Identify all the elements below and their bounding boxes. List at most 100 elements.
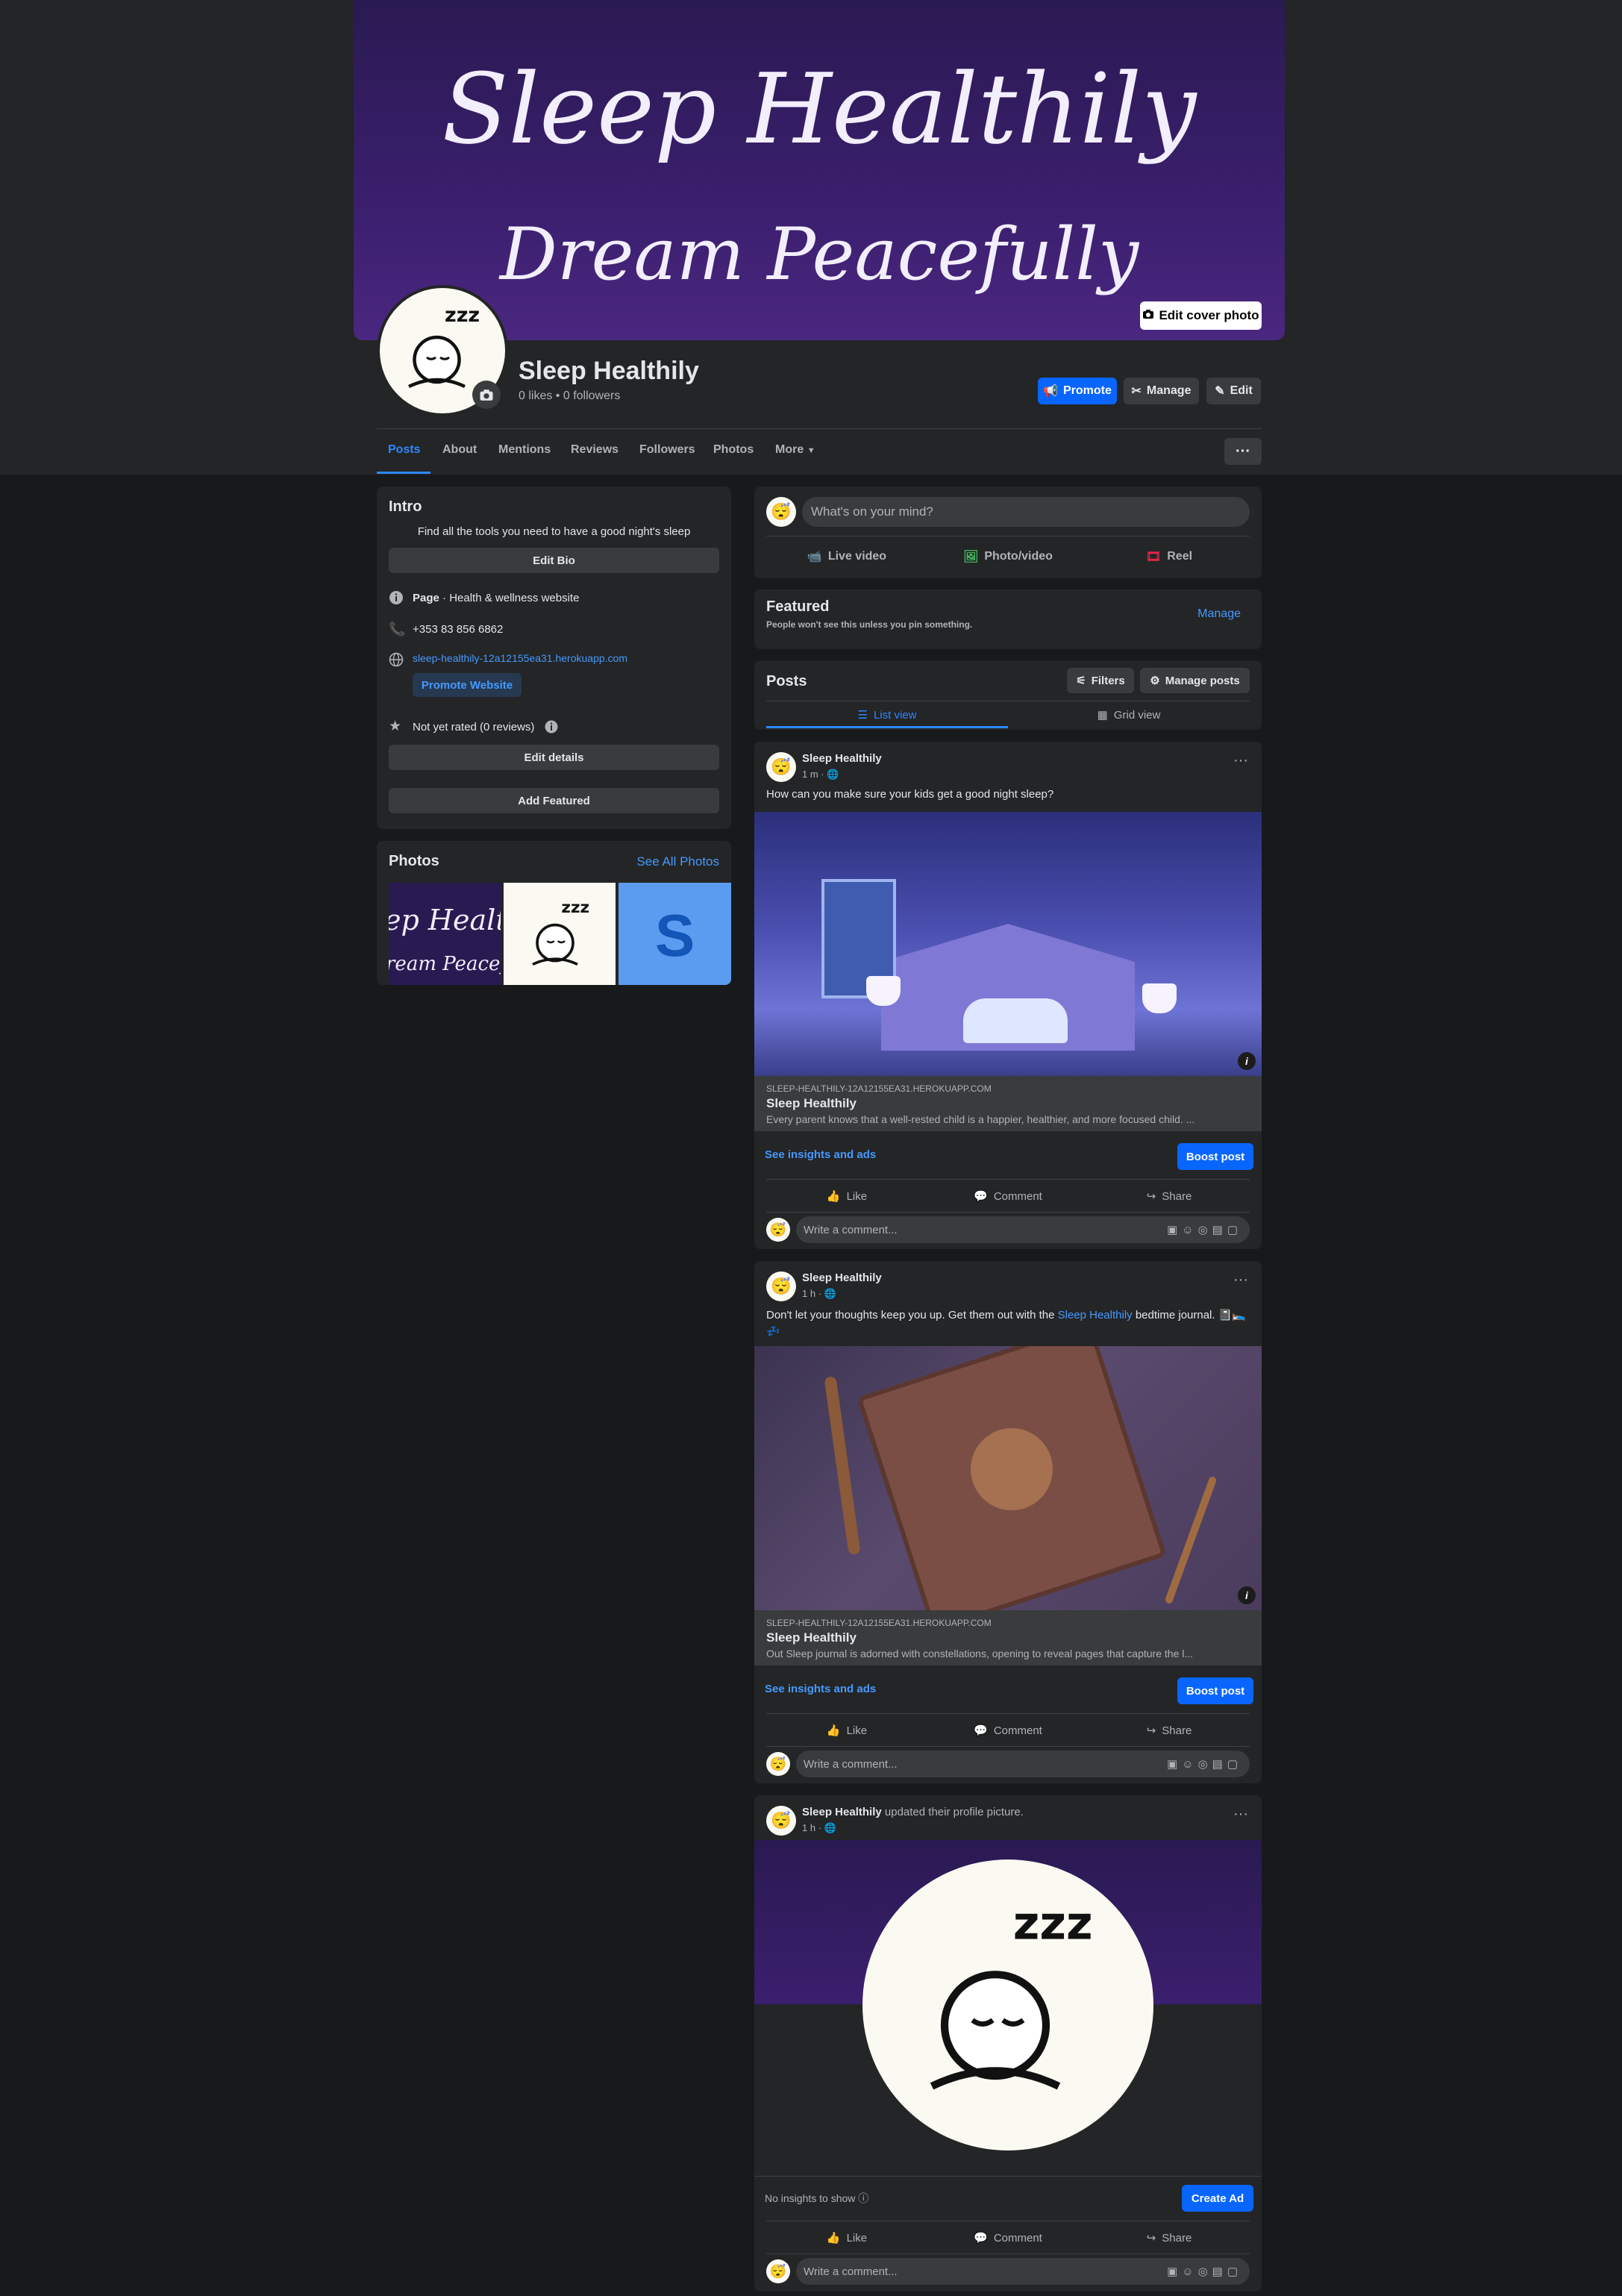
comment-input[interactable]: Write a comment... ▣☺◎▤▢ xyxy=(796,1216,1250,1243)
post-divider xyxy=(766,1179,1250,1180)
post-author-avatar[interactable]: 😴 xyxy=(766,1271,796,1301)
post-options-ellipsis-icon[interactable]: ··· xyxy=(1233,752,1248,769)
featured-manage-link[interactable]: Manage xyxy=(1197,607,1241,621)
globe-icon xyxy=(389,652,404,671)
see-all-photos-link[interactable]: See All Photos xyxy=(636,854,719,869)
post-author-avatar[interactable]: 😴 xyxy=(766,752,796,782)
post-card: 😴 Sleep Healthily 1 h · 🌐 ··· Don't let … xyxy=(754,1261,1262,1783)
page-category: Page · Health & wellness website xyxy=(413,592,580,604)
tab-photos[interactable]: Photos xyxy=(713,443,754,457)
see-insights-link[interactable]: See insights and ads xyxy=(765,1148,876,1161)
edit-bio-button[interactable]: Edit Bio xyxy=(389,548,719,573)
post-author-avatar[interactable]: 😴 xyxy=(766,1806,796,1836)
boost-post-button[interactable]: Boost post xyxy=(1177,1677,1253,1704)
post-time[interactable]: 1 h · 🌐 xyxy=(802,1288,836,1300)
post-author[interactable]: Sleep Healthily xyxy=(802,752,882,765)
cover-photo[interactable]: Sleep Healthily Dream Peacefully xyxy=(354,0,1285,340)
photos-card: Photos See All Photos ep Healthi ream Pe… xyxy=(377,841,731,985)
ellipsis-icon: ··· xyxy=(1236,442,1250,460)
post-time[interactable]: 1 h · 🌐 xyxy=(802,1822,836,1834)
composer-input[interactable]: What's on your mind? xyxy=(802,497,1250,527)
comment-input[interactable]: Write a comment... ▣☺◎▤▢ xyxy=(796,2258,1250,2285)
tab-mentions[interactable]: Mentions xyxy=(498,443,551,457)
post-image-journal[interactable]: i xyxy=(754,1346,1262,1610)
intro-card: Intro Find all the tools you need to hav… xyxy=(377,487,731,829)
post-author[interactable]: Sleep Healthily xyxy=(802,1806,882,1818)
sleeping-face-icon: 😴 xyxy=(771,1277,792,1295)
no-insights-text: No insights to show ⓘ xyxy=(765,2192,869,2204)
comment-input[interactable]: Write a comment... ▣☺◎▤▢ xyxy=(796,1751,1250,1777)
ad-info-icon[interactable]: i xyxy=(1238,1052,1256,1070)
posts-header-card: Posts ⚟ Filters ⚙ Manage posts ☰ List view … xyxy=(754,660,1262,730)
filters-button[interactable]: ⚟ Filters xyxy=(1067,668,1134,693)
comment-icon: 💬 xyxy=(974,2232,988,2245)
share-button[interactable]: ↪ Share xyxy=(1089,1716,1250,1745)
like-button[interactable]: 👍 Like xyxy=(766,1716,927,1745)
create-ad-button[interactable]: Create Ad xyxy=(1182,2185,1253,2212)
link-preview[interactable]: SLEEP-HEALTHILY-12A12155EA31.HEROKUAPP.C… xyxy=(754,1610,1262,1665)
see-insights-link[interactable]: See insights and ads xyxy=(765,1683,876,1695)
tab-followers[interactable]: Followers xyxy=(639,443,695,457)
pencil-icon: ✎ xyxy=(1215,385,1225,398)
tab-posts[interactable]: Posts xyxy=(388,443,421,457)
comment-button[interactable]: 💬 Comment xyxy=(927,2224,1089,2252)
comment-button[interactable]: 💬 Comment xyxy=(927,1182,1089,1210)
pencil-shape xyxy=(1164,1475,1218,1605)
photo-icon: 🖼 xyxy=(963,551,979,563)
manage-posts-button[interactable]: ⚙ Manage posts xyxy=(1140,668,1250,693)
tab-more[interactable]: More ▼ xyxy=(775,443,815,457)
photo-thumb-logo[interactable]: S xyxy=(619,883,731,985)
boost-post-button[interactable]: Boost post xyxy=(1177,1143,1253,1170)
post-mention-link[interactable]: Sleep Healthily xyxy=(1058,1309,1133,1321)
update-avatar-button[interactable] xyxy=(472,381,501,409)
megaphone-icon: 📢 xyxy=(1043,385,1058,398)
tools-icon: ✂ xyxy=(1131,385,1142,398)
add-featured-button[interactable]: Add Featured xyxy=(389,788,719,813)
edit-cover-photo-button[interactable]: Edit cover photo xyxy=(1140,301,1262,330)
ad-info-icon[interactable]: i xyxy=(1238,1586,1256,1604)
sleeping-face-icon: 😴 xyxy=(771,502,792,521)
post-time[interactable]: 1 m · 🌐 xyxy=(802,769,839,781)
sleeping-face-icon: zzz xyxy=(930,1898,1093,2090)
photo-thumb-cover[interactable]: ep Healthi ream Peacefull xyxy=(389,883,501,985)
composer-divider xyxy=(766,536,1250,537)
comment-icon: 💬 xyxy=(974,1724,988,1737)
featured-card: Featured People won't see this unless yo… xyxy=(754,589,1262,649)
promote-website-button[interactable]: Promote Website xyxy=(413,673,522,697)
rating-info-icon[interactable] xyxy=(545,720,558,737)
comment-tools-icon: ▣☺◎▤▢ xyxy=(1167,1758,1242,1771)
sleeping-face-icon: 😴 xyxy=(769,2263,787,2279)
like-button[interactable]: 👍 Like xyxy=(766,2224,927,2252)
updated-profile-picture[interactable]: zzz xyxy=(862,1859,1153,2150)
thumbs-up-icon: 👍 xyxy=(826,1190,841,1203)
header-divider xyxy=(377,428,1262,429)
photo-video-button[interactable]: 🖼 Photo/video xyxy=(927,542,1089,572)
post-options-ellipsis-icon[interactable]: ··· xyxy=(1233,1806,1248,1823)
link-preview[interactable]: SLEEP-HEALTHILY-12A12155EA31.HEROKUAPP.C… xyxy=(754,1076,1262,1131)
list-view-tab[interactable]: ☰ List view xyxy=(766,702,1008,728)
reel-button[interactable]: 🎞 Reel xyxy=(1089,542,1250,572)
featured-title: Featured xyxy=(766,598,830,615)
share-button[interactable]: ↪ Share xyxy=(1089,2224,1250,2252)
comment-tools-icon: ▣☺◎▤▢ xyxy=(1167,1224,1242,1236)
tab-about[interactable]: About xyxy=(442,443,477,457)
post-options-ellipsis-icon[interactable]: ··· xyxy=(1233,1271,1248,1289)
share-button[interactable]: ↪ Share xyxy=(1089,1182,1250,1210)
live-video-button[interactable]: 📹 Live video xyxy=(766,542,927,572)
comment-button[interactable]: 💬 Comment xyxy=(927,1716,1089,1745)
edit-details-button[interactable]: Edit details xyxy=(389,745,719,770)
photo-thumb-avatar[interactable]: zzz xyxy=(504,883,616,985)
manage-button[interactable]: ✂ Manage xyxy=(1124,378,1199,404)
edit-button[interactable]: ✎ Edit xyxy=(1206,378,1261,404)
share-icon: ↪ xyxy=(1146,1190,1156,1203)
like-button[interactable]: 👍 Like xyxy=(766,1182,927,1210)
rating-text: Not yet rated (0 reviews) xyxy=(413,721,535,733)
promote-button[interactable]: 📢 Promote xyxy=(1038,378,1117,404)
more-options-button[interactable]: ··· xyxy=(1224,438,1262,465)
tab-reviews[interactable]: Reviews xyxy=(571,443,619,457)
thumbs-up-icon: 👍 xyxy=(826,1724,841,1737)
website-link[interactable]: sleep-healthily-12a12155ea31.herokuapp.c… xyxy=(413,652,627,664)
post-image-bedroom[interactable]: i xyxy=(754,812,1262,1076)
grid-view-tab[interactable]: ▦ Grid view xyxy=(1008,702,1250,728)
post-author[interactable]: Sleep Healthily xyxy=(802,1271,882,1284)
